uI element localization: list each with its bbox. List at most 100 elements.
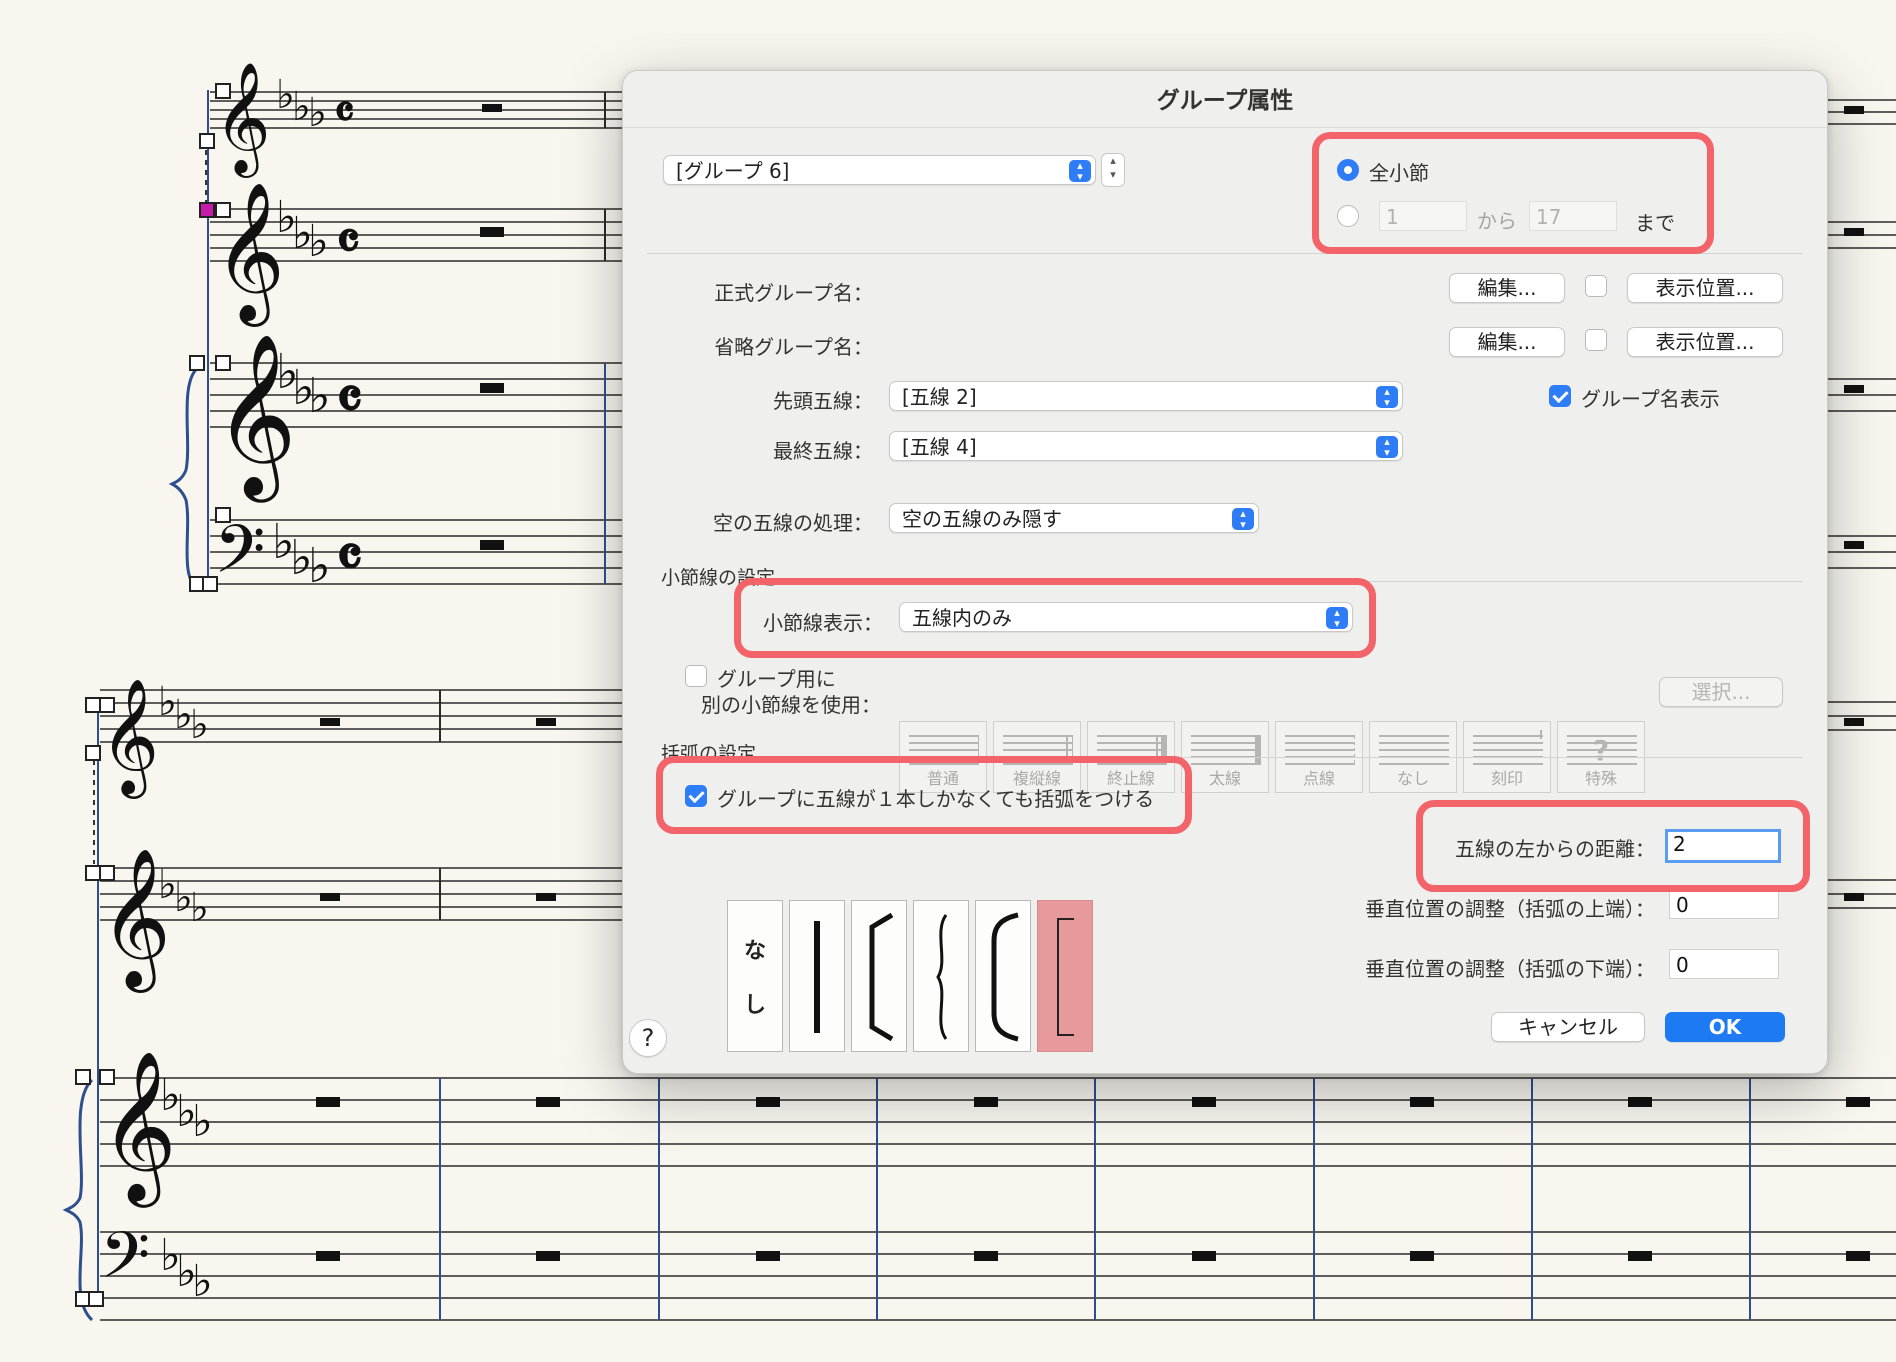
group-select-value: [グループ 6] — [676, 159, 790, 183]
edit-abbrev-name-button[interactable]: 編集... — [1449, 327, 1565, 357]
group-stepper[interactable]: ▴ ▾ — [1101, 153, 1125, 187]
bracket-none-tile[interactable]: な し — [727, 900, 783, 1052]
empty-staff-value: 空の五線のみ隠す — [902, 507, 1062, 531]
barline-caption: 太線 — [1208, 769, 1241, 788]
barline-none-icon — [1379, 735, 1449, 765]
vertical-top-label: 垂直位置の調整（括弧の上端）： — [1365, 897, 1655, 921]
chevron-updown-icon: ▴ ▾ — [1326, 607, 1348, 629]
bracket-thin-square-icon — [1057, 918, 1074, 1036]
select-barline-button[interactable]: 選択... — [1659, 677, 1783, 707]
svg-text:𝄢: 𝄢 — [214, 511, 265, 604]
range-from-field[interactable]: 1 — [1379, 201, 1467, 231]
barline-caption: 刻印 — [1490, 769, 1523, 788]
barline-tick-icon — [1473, 730, 1543, 765]
svg-text:?: ? — [1593, 734, 1609, 767]
stepper-down-icon[interactable]: ▾ — [1102, 168, 1124, 182]
bracket-none-label: し — [743, 993, 766, 1018]
svg-text:𝄢: 𝄢 — [100, 1219, 150, 1309]
barline-caption: なし — [1396, 769, 1429, 788]
svg-text:♭: ♭ — [192, 1256, 213, 1307]
stepper-up-icon[interactable]: ▴ — [1102, 154, 1124, 168]
barline-section-divider — [759, 581, 1803, 582]
top-staff-value: [五線 2] — [902, 385, 977, 409]
svg-text:♭: ♭ — [190, 702, 209, 748]
barline-display-value: 五線内のみ — [912, 606, 1012, 630]
vertical-bottom-field[interactable]: 0 — [1669, 949, 1779, 979]
top-staff-label: 先頭五線： — [773, 389, 873, 413]
abbrev-name-position-button[interactable]: 表示位置... — [1627, 327, 1783, 357]
chevron-updown-icon: ▴ ▾ — [1376, 386, 1398, 408]
alt-barline-label-line2: 別の小節線を使用： — [701, 693, 881, 717]
all-measures-label: 全小節 — [1369, 161, 1429, 185]
svg-text:♭: ♭ — [308, 90, 327, 136]
help-button[interactable]: ? — [629, 1019, 667, 1057]
distance-from-left-label: 五線の左からの距離： — [1455, 837, 1655, 861]
bracket-square-icon — [869, 912, 894, 1042]
barline-dashed-icon — [1285, 735, 1355, 765]
range-to-label: まで — [1635, 211, 1675, 235]
edit-full-name-button[interactable]: 編集... — [1449, 273, 1565, 303]
barline-double-icon — [1003, 735, 1073, 765]
barline-thick-icon — [1191, 735, 1261, 765]
single-staff-bracket-label: グループに五線が１本しかなくても括弧をつける — [717, 787, 1155, 811]
barline-special-icon: ? — [1567, 734, 1637, 767]
bracket-section-title: 括弧の設定 — [661, 743, 757, 765]
full-name-position-button[interactable]: 表示位置... — [1627, 273, 1783, 303]
vertical-bottom-label: 垂直位置の調整（括弧の下端）： — [1365, 957, 1655, 981]
group-attributes-dialog: グループ属性 [グループ 6] ▴ ▾ ▴ ▾ 全小節 1 から 17 まで 正式… — [622, 70, 1828, 1074]
bracket-section-divider — [741, 757, 1803, 758]
section-divider — [647, 253, 1803, 254]
barline-normal-icon — [909, 735, 979, 765]
bracket-brace-tile[interactable] — [913, 900, 969, 1052]
all-measures-radio[interactable] — [1337, 159, 1359, 181]
svg-text:𝄴: 𝄴 — [336, 523, 363, 593]
range-from-label: から — [1477, 209, 1517, 233]
bracket-curved-icon — [991, 912, 1019, 1042]
range-to-field[interactable]: 17 — [1529, 201, 1617, 231]
single-staff-bracket-checkbox[interactable] — [685, 785, 707, 807]
chevron-updown-icon: ▴ ▾ — [1232, 508, 1254, 530]
show-group-name-checkbox[interactable] — [1549, 385, 1571, 407]
bracket-thin-square-tile[interactable] — [1037, 900, 1093, 1052]
dialog-title: グループ属性 — [1156, 88, 1294, 114]
top-staff-select[interactable]: [五線 2] ▴ ▾ — [889, 381, 1403, 411]
chevron-updown-icon: ▴ ▾ — [1069, 160, 1091, 182]
svg-text:♭: ♭ — [308, 368, 331, 424]
bracket-none-label: な — [743, 939, 766, 964]
measure-range-radio[interactable] — [1337, 205, 1359, 227]
svg-text:♭: ♭ — [308, 216, 329, 267]
bottom-staff-select[interactable]: [五線 4] ▴ ▾ — [889, 431, 1403, 461]
distance-from-left-field[interactable]: 2 — [1665, 829, 1781, 863]
svg-text:𝄴: 𝄴 — [336, 365, 363, 435]
svg-text:♭: ♭ — [190, 885, 209, 931]
show-group-name-label: グループ名表示 — [1581, 387, 1720, 411]
ok-button[interactable]: OK — [1665, 1012, 1785, 1042]
svg-text:♭: ♭ — [192, 1096, 213, 1147]
bracket-square-tile[interactable] — [851, 900, 907, 1052]
alt-barline-checkbox[interactable] — [685, 665, 707, 687]
barline-final-icon — [1097, 735, 1167, 765]
svg-text:𝄞: 𝄞 — [214, 61, 271, 178]
full-group-name-label: 正式グループ名： — [714, 281, 873, 305]
svg-text:♭: ♭ — [308, 538, 331, 594]
abbrev-name-checkbox[interactable] — [1585, 329, 1607, 351]
bracket-line-icon — [814, 921, 820, 1033]
empty-staff-label: 空の五線の処理： — [713, 511, 873, 535]
svg-text:𝄞: 𝄞 — [214, 182, 285, 327]
group-select[interactable]: [グループ 6] ▴ ▾ — [663, 155, 1096, 185]
svg-text:𝄴: 𝄴 — [336, 209, 360, 273]
barline-display-label: 小節線表示： — [763, 611, 883, 635]
bracket-curved-tile[interactable] — [975, 900, 1031, 1052]
vertical-top-field[interactable]: 0 — [1669, 889, 1779, 919]
chevron-updown-icon: ▴ ▾ — [1376, 436, 1398, 458]
full-name-checkbox[interactable] — [1585, 275, 1607, 297]
svg-text:𝄞: 𝄞 — [100, 677, 159, 799]
abbrev-group-name-label: 省略グループ名： — [714, 335, 873, 359]
cancel-button[interactable]: キャンセル — [1491, 1012, 1645, 1042]
barline-section-title: 小節線の設定 — [661, 567, 776, 589]
empty-staff-select[interactable]: 空の五線のみ隠す ▴ ▾ — [889, 503, 1259, 533]
barline-display-select[interactable]: 五線内のみ ▴ ▾ — [899, 602, 1353, 632]
bottom-staff-label: 最終五線： — [773, 439, 873, 463]
bracket-line-tile[interactable] — [789, 900, 845, 1052]
svg-text:𝄴: 𝄴 — [334, 85, 355, 139]
